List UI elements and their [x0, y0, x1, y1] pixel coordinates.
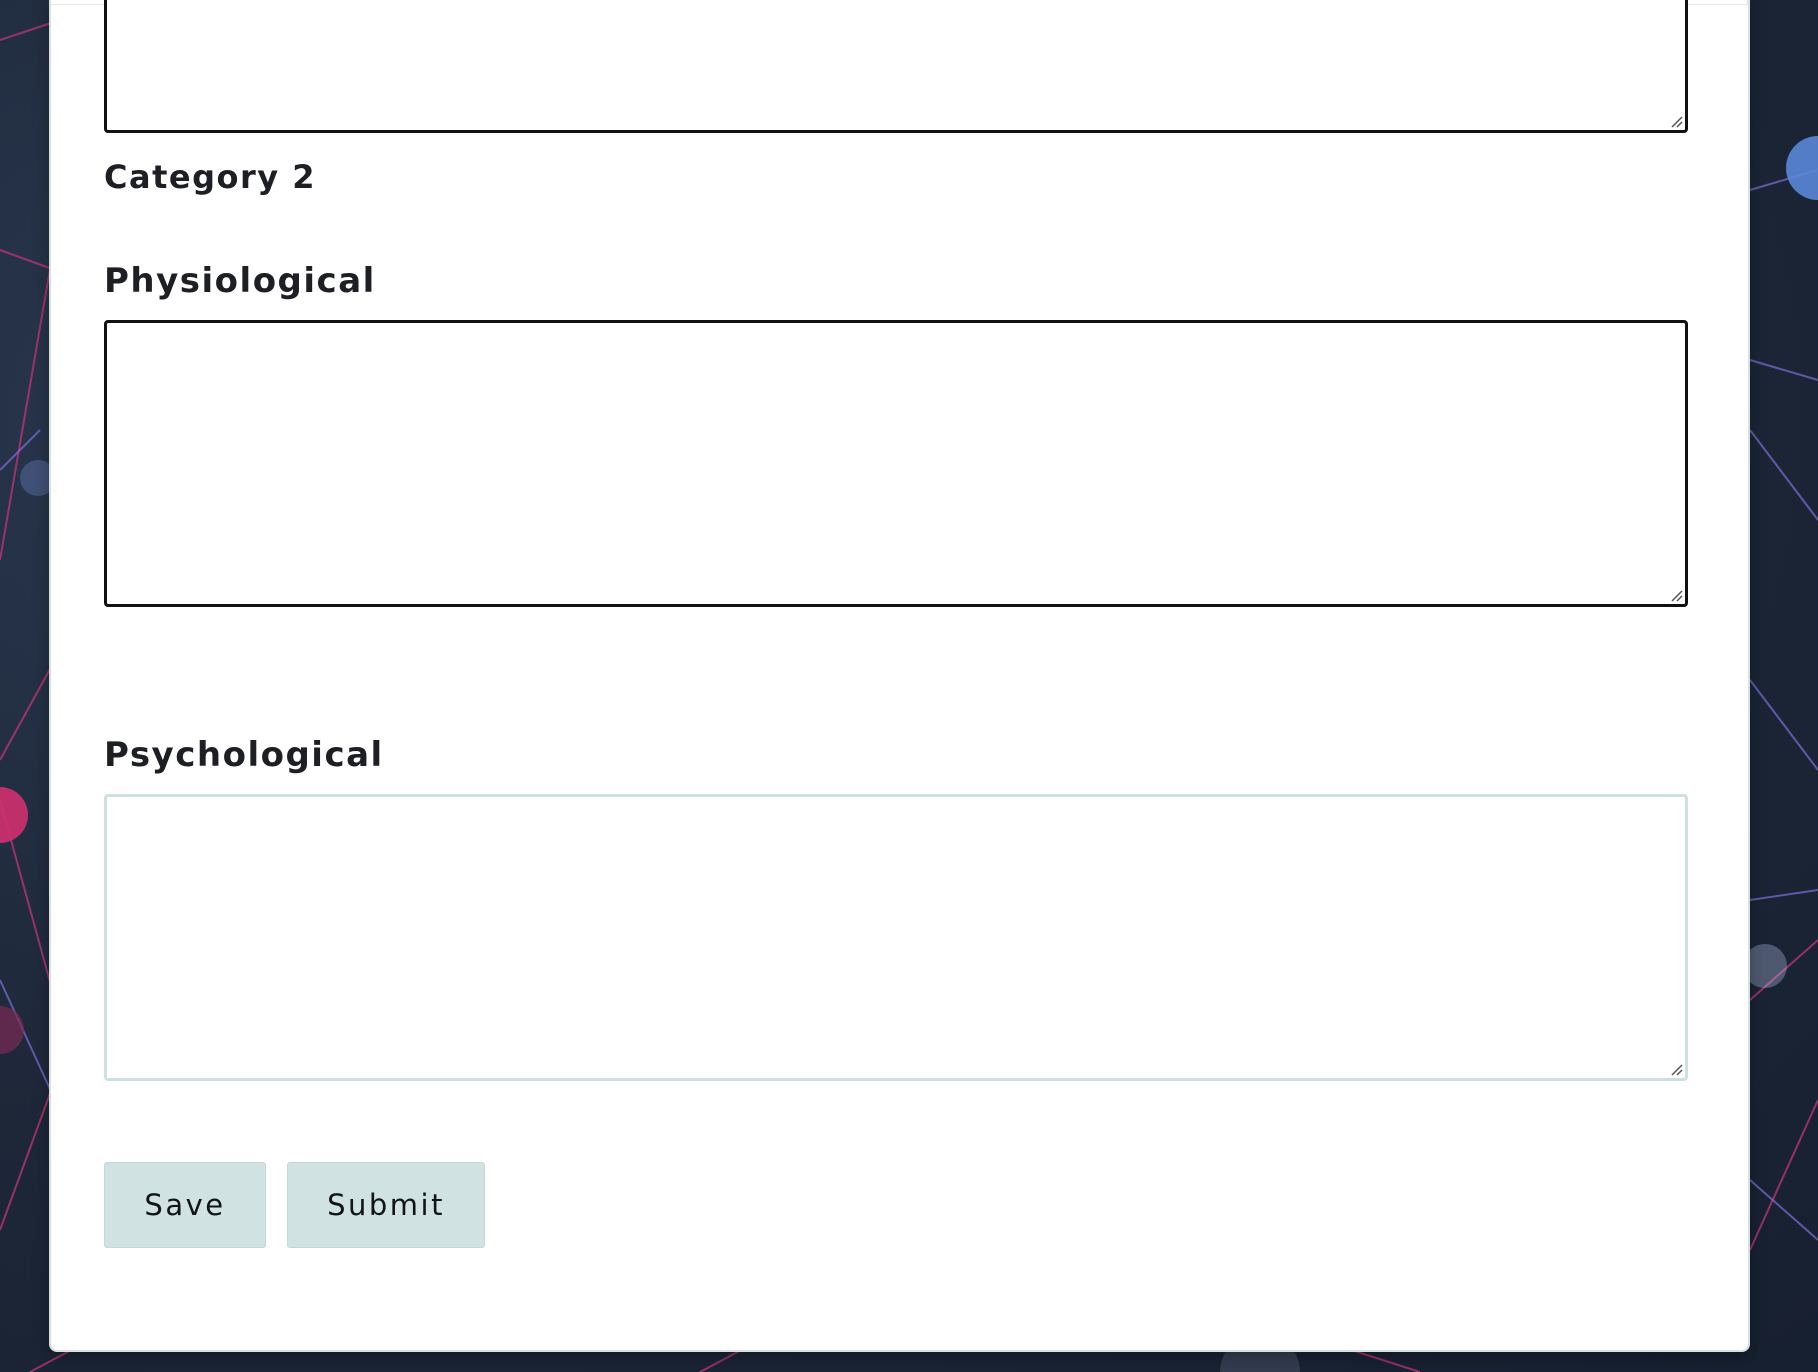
previous-field-textarea[interactable]: [104, 0, 1688, 133]
resize-grip-icon[interactable]: [1669, 1062, 1683, 1076]
category-heading: Category 2: [104, 158, 317, 196]
form-card: Category 2 Physiological Psychological S…: [51, 0, 1748, 1350]
psychological-label: Psychological: [104, 735, 384, 775]
submit-button[interactable]: Submit: [287, 1162, 485, 1248]
resize-grip-icon[interactable]: [1669, 588, 1683, 602]
resize-grip-icon[interactable]: [1669, 114, 1683, 128]
physiological-textarea[interactable]: [104, 320, 1688, 607]
physiological-label: Physiological: [104, 261, 376, 301]
save-button[interactable]: Save: [104, 1162, 266, 1248]
psychological-textarea[interactable]: [104, 794, 1688, 1081]
